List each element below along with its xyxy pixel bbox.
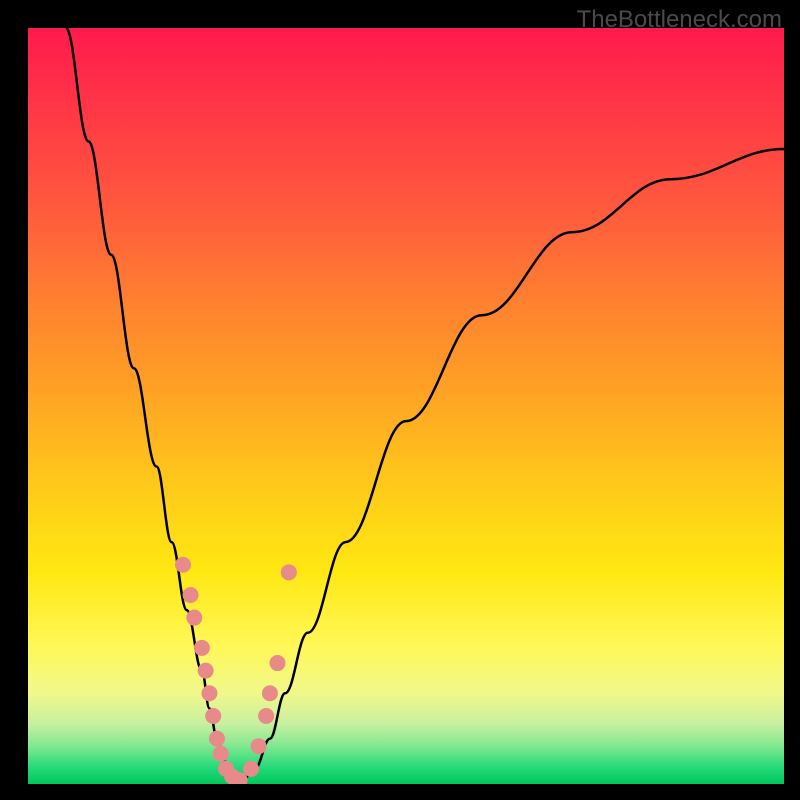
data-marker <box>186 610 202 626</box>
data-marker <box>269 655 285 671</box>
data-marker <box>213 746 229 762</box>
data-marker <box>205 708 221 724</box>
data-marker <box>194 640 210 656</box>
data-marker <box>251 738 267 754</box>
data-marker <box>198 663 214 679</box>
data-marker <box>262 685 278 701</box>
data-marker <box>209 731 225 747</box>
data-marker <box>175 557 191 573</box>
data-marker <box>201 685 217 701</box>
data-marker <box>243 761 259 777</box>
watermark: TheBottleneck.com <box>577 6 782 34</box>
data-marker <box>183 587 199 603</box>
data-markers-layer <box>28 28 784 784</box>
data-marker <box>281 564 297 580</box>
data-marker <box>258 708 274 724</box>
